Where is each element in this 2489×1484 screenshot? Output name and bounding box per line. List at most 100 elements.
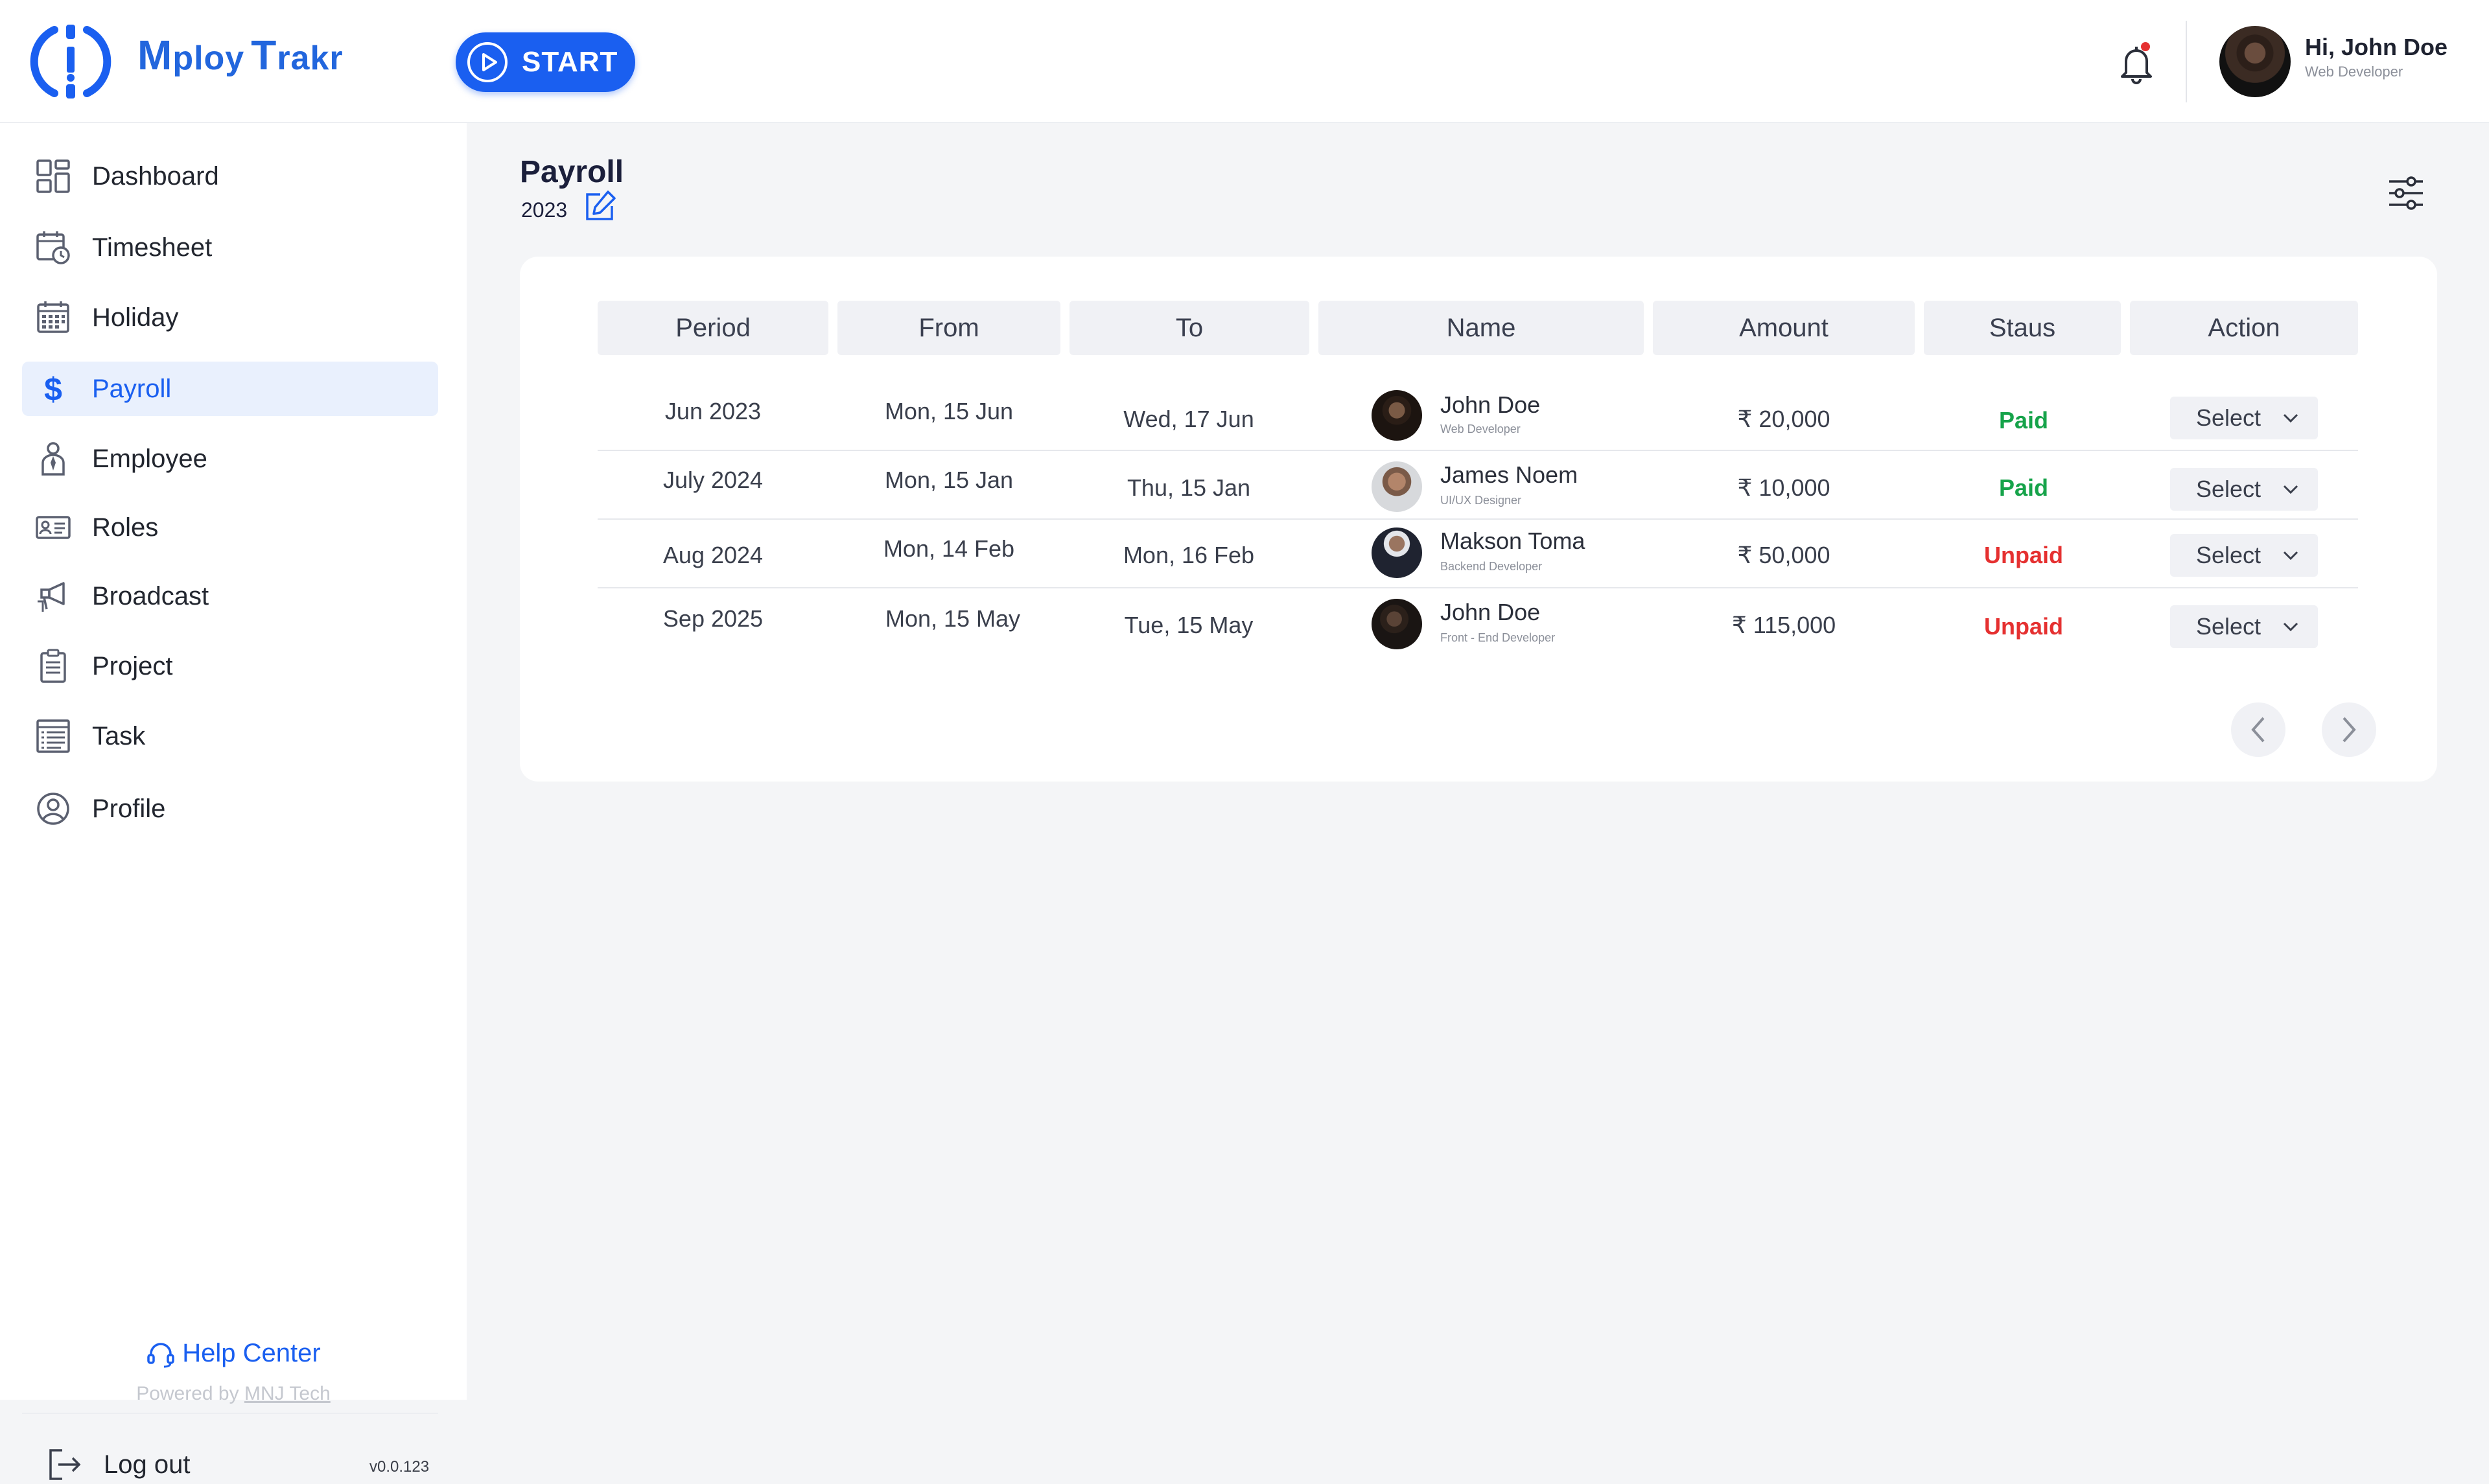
avatar [1372,528,1422,578]
help-center-label: Help Center [182,1339,321,1367]
brand-part-ploy: ploy [172,40,245,77]
employee-role: UI/UX Designer [1440,494,1522,507]
cell-period: Sep 2025 [662,605,764,632]
cell-from: Mon, 15 May [885,605,1021,632]
cell-period: July 2024 [662,467,764,493]
sidebar-item-task[interactable]: Task [22,709,438,763]
help-center-link[interactable]: Help Center [0,1339,467,1369]
row-divider [598,450,2358,451]
notification-bell-icon[interactable] [2116,40,2157,86]
sidebar-item-timesheet[interactable]: Timesheet [22,220,438,275]
employee-role: Backend Developer [1440,560,1543,573]
sidebar-item-employee[interactable]: Employee [22,432,438,486]
row-divider [598,518,2358,520]
employee-name: John Doe [1440,391,1541,418]
top-header: Mploy Trakr START Hi, John Doe Web Develo… [0,0,2489,123]
cell-amount: ₹ 20,000 [1737,406,1830,432]
sidebar-item-dashboard[interactable]: Dashboard [22,149,438,203]
page-year: 2023 [521,198,568,222]
sidebar-item-label: Payroll [92,374,172,403]
header-divider [2186,21,2187,102]
id-card-icon [36,516,71,539]
logout-button[interactable]: Log out [45,1445,190,1484]
cell-from: Mon, 14 Feb [883,535,1015,562]
column-header-amount: Amount [1653,301,1915,355]
cell-to: Mon, 16 Feb [1123,542,1255,568]
powered-by: Powered by MNJ Tech [0,1383,467,1405]
chevron-down-icon [2283,413,2298,423]
brand-letter-m: M [137,32,173,78]
employee-name: James Noem [1440,461,1578,488]
employee-icon [41,442,65,476]
calendar-clock-icon [36,231,70,264]
app-version: v0.0.123 [369,1458,430,1476]
brand-letter-t: T [251,32,277,78]
brand-part-rakr: rakr [277,40,344,77]
logout-icon [49,1449,81,1480]
filter-sliders-icon[interactable] [2387,174,2425,213]
action-select-dropdown[interactable]: Select [2170,397,2318,439]
powered-by-prefix: Powered by [136,1383,239,1404]
sidebar-item-label: Broadcast [92,581,209,610]
user-role: Web Developer [2305,64,2403,80]
start-button-label: START [522,46,618,78]
sidebar-item-payroll[interactable]: $ Payroll [22,362,438,416]
previous-page-button[interactable] [2231,702,2285,757]
sidebar-item-label: Timesheet [92,233,213,262]
app-logo-icon [30,25,111,99]
start-button[interactable]: START [456,32,635,92]
sidebar-item-broadcast[interactable]: Broadcast [22,569,438,623]
action-select-dropdown[interactable]: Select [2170,605,2318,648]
user-greeting: Hi, John Doe [2305,34,2448,60]
logout-label: Log out [104,1450,191,1479]
column-header-to: To [1069,301,1309,355]
employee-role: Front - End Developer [1440,631,1556,644]
sidebar-item-label: Holiday [92,303,179,332]
avatar [1372,599,1422,649]
column-header-name: Name [1318,301,1644,355]
action-select-label: Select [2196,613,2261,640]
status-badge: Unpaid [1984,542,2063,568]
user-avatar[interactable] [2219,26,2291,97]
next-page-button[interactable] [2322,702,2376,757]
cell-period: Aug 2024 [662,542,764,568]
edit-icon[interactable] [582,189,617,224]
chevron-left-icon [2251,717,2265,743]
sidebar-item-label: Roles [92,513,159,542]
action-select-label: Select [2196,476,2261,502]
page-title: Payroll [520,155,624,189]
cell-to: Tue, 15 May [1124,612,1254,638]
dollar-icon: $ [44,371,62,407]
sidebar-item-profile[interactable]: Profile [22,782,438,836]
sidebar-divider [22,1413,438,1414]
user-circle-icon [37,793,69,825]
action-select-dropdown[interactable]: Select [2170,534,2318,577]
sidebar-item-roles[interactable]: Roles [22,500,438,555]
status-badge: Paid [1998,474,2049,501]
cell-to: Thu, 15 Jan [1127,474,1251,501]
avatar [1372,461,1422,512]
headset-icon [147,1343,175,1368]
column-header-period: Period [598,301,828,355]
sidebar-item-label: Project [92,651,173,680]
sidebar-item-holiday[interactable]: Holiday [22,290,438,345]
employee-name: Makson Toma [1440,528,1585,554]
action-select-dropdown[interactable]: Select [2170,468,2318,511]
sidebar-item-label: Task [92,721,146,750]
sidebar-item-project[interactable]: Project [22,639,438,693]
sidebar: Dashboard Timesheet Holiday $ Payroll Em… [0,123,467,1480]
chevron-down-icon [2283,622,2298,632]
column-header-status: Staus [1924,301,2121,355]
cell-period: Jun 2023 [664,398,762,424]
cell-to: Wed, 17 Jun [1123,406,1254,432]
chevron-down-icon [2283,485,2298,494]
task-list-icon [36,719,70,753]
sidebar-item-label: Employee [92,444,207,473]
cell-amount: ₹ 50,000 [1737,542,1830,568]
status-badge: Paid [1998,407,2049,434]
powered-by-link[interactable]: MNJ Tech [244,1383,331,1404]
cell-from: Mon, 15 Jun [884,398,1014,424]
column-header-action: Action [2130,301,2358,355]
avatar [1372,390,1422,441]
svg-text:$: $ [44,371,62,407]
